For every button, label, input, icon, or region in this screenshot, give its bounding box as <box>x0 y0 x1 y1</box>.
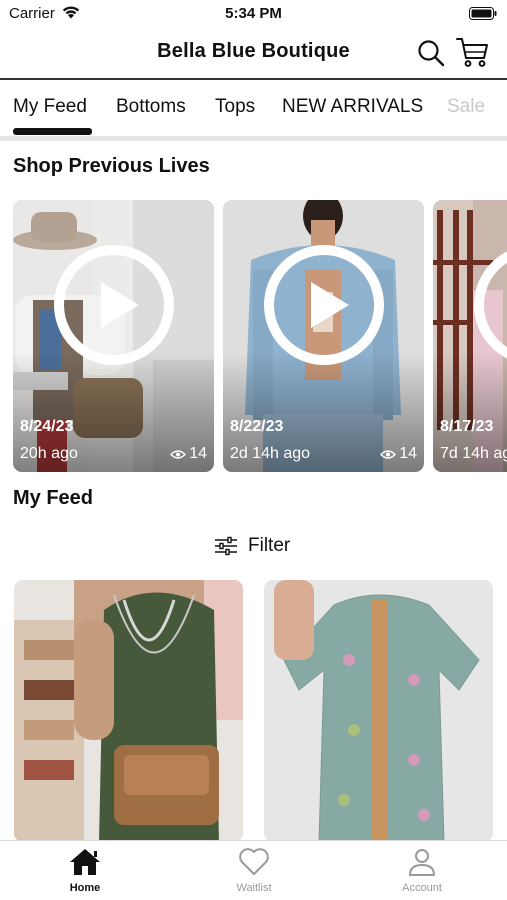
section-title-previous-lives: Shop Previous Lives <box>13 155 210 177</box>
tab-new-arrivals[interactable]: NEW ARRIVALS <box>282 96 423 118</box>
live-date: 8/24/23 <box>20 418 74 435</box>
previous-lives-carousel: 8/24/23 20h ago 14 8/22/23 2d 14h ago 14… <box>0 200 507 472</box>
home-icon <box>70 849 100 875</box>
live-video-card[interactable]: 8/17/23 7d 14h ago <box>433 200 507 472</box>
user-icon <box>409 849 435 876</box>
live-date: 8/17/23 <box>440 418 494 435</box>
eye-icon <box>170 449 187 459</box>
tabbar-item-home[interactable]: Home <box>35 847 135 894</box>
eye-icon <box>380 449 397 459</box>
product-image <box>264 580 493 842</box>
play-icon <box>474 251 507 359</box>
feed-product-card[interactable] <box>264 580 493 842</box>
feed-product-card[interactable] <box>14 580 243 842</box>
category-tabs: My Feed Bottoms Tops NEW ARRIVALS Sale <box>0 80 507 136</box>
tabbar-label-waitlist: Waitlist <box>236 882 272 894</box>
nav-bar: Bella Blue Boutique <box>0 28 507 78</box>
filter-label: Filter <box>248 535 291 556</box>
tabbar-label-account: Account <box>402 882 442 894</box>
tabbar-item-waitlist[interactable]: Waitlist <box>204 847 304 894</box>
tab-my-feed[interactable]: My Feed <box>13 96 87 118</box>
status-time: 5:34 PM <box>225 5 282 22</box>
battery-icon <box>469 7 497 20</box>
heart-icon <box>239 848 269 875</box>
live-time-ago: 7d 14h ago <box>440 445 507 462</box>
bottom-tab-bar: Home Waitlist Account <box>0 840 507 900</box>
play-icon <box>264 245 384 365</box>
live-date: 8/22/23 <box>230 418 284 435</box>
live-video-card[interactable]: 8/24/23 20h ago 14 <box>13 200 214 472</box>
section-title-my-feed: My Feed <box>13 487 94 509</box>
live-views: 14 <box>170 445 207 463</box>
cart-icon[interactable] <box>456 36 490 68</box>
live-time-ago: 20h ago <box>20 445 78 462</box>
search-icon[interactable] <box>416 38 446 68</box>
tabs-divider <box>0 136 507 141</box>
active-tab-indicator <box>13 128 92 135</box>
tab-sale[interactable]: Sale <box>447 96 485 118</box>
tab-tops[interactable]: Tops <box>215 96 255 118</box>
live-views: 14 <box>380 445 417 463</box>
tab-bottoms[interactable]: Bottoms <box>116 96 186 118</box>
live-video-card[interactable]: 8/22/23 2d 14h ago 14 <box>223 200 424 472</box>
sliders-icon <box>215 536 237 556</box>
live-view-count: 14 <box>399 445 417 462</box>
live-view-count: 14 <box>189 445 207 462</box>
tabbar-label-home: Home <box>69 882 101 894</box>
filter-button[interactable]: Filter <box>214 532 290 560</box>
play-icon <box>54 245 174 365</box>
status-bar: Carrier 5:34 PM <box>0 0 507 28</box>
live-time-ago: 2d 14h ago <box>230 445 311 462</box>
tabbar-item-account[interactable]: Account <box>372 847 472 894</box>
product-image <box>14 580 243 842</box>
